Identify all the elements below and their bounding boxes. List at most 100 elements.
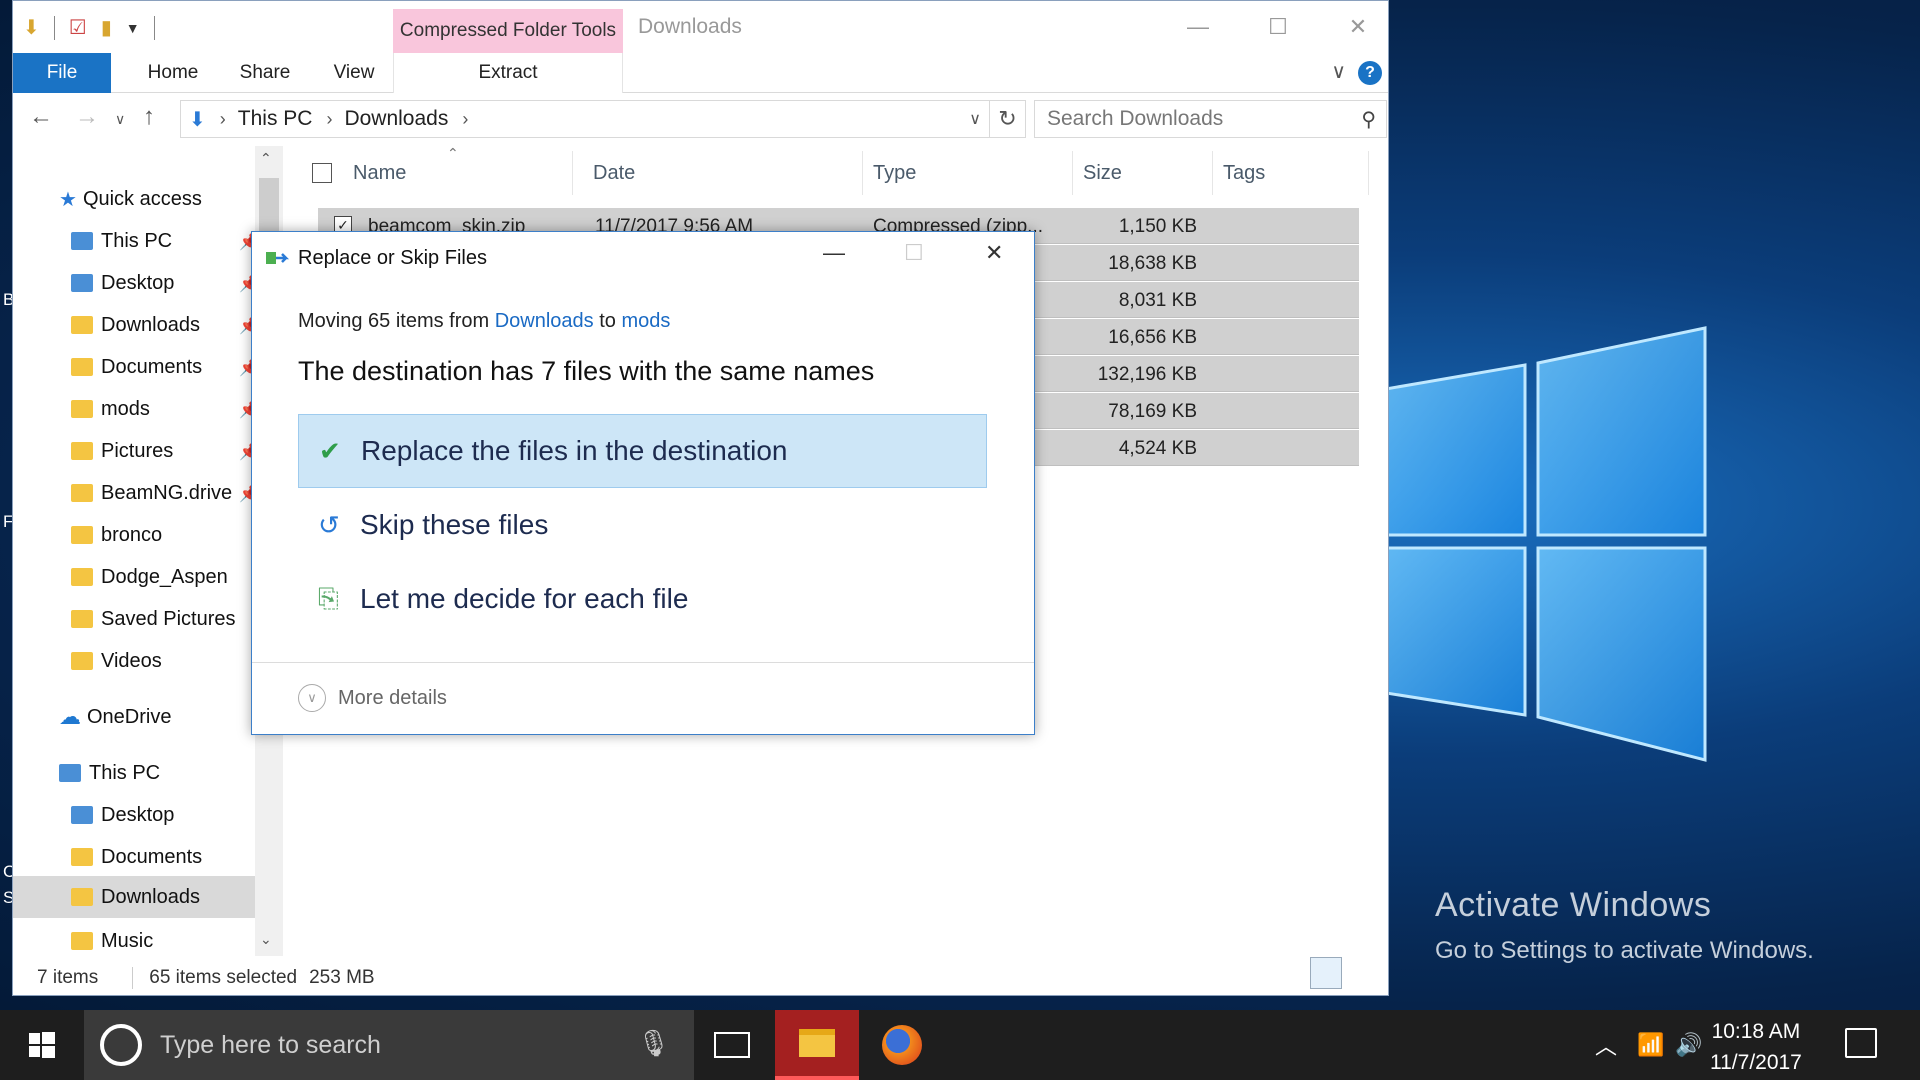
column-name[interactable]: Name xyxy=(343,151,573,195)
search-icon[interactable]: ⚲ xyxy=(1361,107,1376,132)
moving-prefix: Moving 65 items from xyxy=(298,310,490,332)
new-folder-icon[interactable]: ▮ xyxy=(101,15,112,40)
nav-onedrive[interactable]: ☁ OneDrive xyxy=(59,700,171,734)
nav-pc-desktop[interactable]: Desktop xyxy=(71,798,174,832)
tab-home[interactable]: Home xyxy=(133,53,213,93)
address-dropdown-icon[interactable]: ∨ xyxy=(969,109,981,129)
documents-folder-icon xyxy=(71,358,93,376)
up-icon[interactable]: ↑ xyxy=(143,103,155,131)
compressed-folder-tools-tab[interactable]: Compressed Folder Tools xyxy=(393,9,623,53)
nav-label: Videos xyxy=(101,649,162,672)
dialog-minimize-button[interactable]: — xyxy=(823,240,845,266)
close-button[interactable]: ✕ xyxy=(1318,1,1398,53)
tab-share[interactable]: Share xyxy=(225,53,305,93)
show-hidden-icons[interactable]: ︿ xyxy=(1595,1010,1617,1080)
nav-label: Music xyxy=(101,929,154,952)
cortana-icon[interactable] xyxy=(100,1024,142,1066)
search-input[interactable]: Search Downloads ⚲ xyxy=(1034,100,1387,138)
address-bar[interactable]: ⬇ › This PC › Downloads › ∨ xyxy=(180,100,990,138)
activate-title: Activate Windows xyxy=(1435,886,1712,924)
nav-item-desktop[interactable]: Desktop xyxy=(71,266,174,300)
details-view-icon[interactable] xyxy=(1310,957,1342,989)
nav-pc-documents[interactable]: Documents xyxy=(71,840,202,874)
nav-item-this-pc[interactable]: This PC xyxy=(71,224,172,258)
large-icons-view-icon[interactable] xyxy=(1346,957,1378,989)
refresh-icon[interactable]: ↻ xyxy=(990,100,1026,138)
firefox-icon xyxy=(882,1025,922,1065)
dialog-close-button[interactable]: ✕ xyxy=(985,240,1003,266)
taskbar: Type here to search 🎙 ︿ 📶 🔊 10:18 AM 11/… xyxy=(0,1010,1920,1080)
source-folder-link[interactable]: Downloads xyxy=(495,310,594,332)
file-explorer-icon xyxy=(799,1029,835,1057)
quick-access-toolbar: ⬇ ☑ ▮ ▼ xyxy=(23,15,155,40)
destination-folder-link[interactable]: mods xyxy=(622,310,671,332)
scroll-down-icon[interactable]: ⌄ xyxy=(260,931,272,948)
desktop-folder-icon xyxy=(71,274,93,292)
option-label: Let me decide for each file xyxy=(360,583,689,614)
toolbar-separator xyxy=(53,15,55,40)
system-clock[interactable]: 10:18 AM 11/7/2017 xyxy=(1710,1016,1802,1078)
help-icon[interactable]: ? xyxy=(1358,61,1382,85)
nav-this-pc[interactable]: This PC xyxy=(59,756,160,790)
breadcrumb-chevron-icon[interactable]: › xyxy=(462,109,468,130)
nav-item-videos[interactable]: Videos xyxy=(71,644,162,678)
customize-toolbar-icon[interactable]: ▼ xyxy=(126,20,140,36)
firefox-taskbar-button[interactable] xyxy=(860,1010,944,1080)
volume-icon[interactable]: 🔊 xyxy=(1675,1010,1702,1080)
tab-extract[interactable]: Extract xyxy=(393,53,623,93)
expand-ribbon-icon[interactable]: ∨ xyxy=(1331,59,1346,84)
nav-label: This PC xyxy=(101,229,173,252)
breadcrumb-downloads[interactable]: Downloads xyxy=(344,107,448,131)
nav-label: Desktop xyxy=(101,803,175,826)
downloads-folder-icon xyxy=(71,888,93,906)
nav-item-dodge-aspen[interactable]: Dodge_Aspen xyxy=(71,560,228,594)
properties-icon[interactable]: ⬇ xyxy=(23,15,40,40)
scroll-up-icon[interactable]: ⌃ xyxy=(260,150,272,167)
nav-quick-access[interactable]: ★ Quick access xyxy=(59,182,202,216)
nav-item-downloads[interactable]: Downloads xyxy=(71,308,200,342)
checkmark-icon: ✔ xyxy=(319,435,341,466)
column-size[interactable]: Size xyxy=(1073,151,1213,195)
skip-files-option[interactable]: ↺ Skip these files xyxy=(298,488,987,562)
nav-item-mods[interactable]: mods xyxy=(71,392,150,426)
file-explorer-taskbar-button[interactable] xyxy=(775,1010,859,1080)
breadcrumb-this-pc[interactable]: This PC xyxy=(238,107,313,131)
desktop-folder-icon xyxy=(71,806,93,824)
action-center-icon[interactable] xyxy=(1845,1028,1877,1058)
forward-icon[interactable]: → xyxy=(75,103,99,131)
nav-item-pictures[interactable]: Pictures xyxy=(71,434,173,468)
more-details-toggle[interactable]: ∨ More details xyxy=(298,684,447,712)
compare-files-icon: ⎘ xyxy=(318,583,339,613)
select-all-checkbox[interactable] xyxy=(312,163,332,183)
tab-file[interactable]: File xyxy=(13,53,111,93)
microphone-icon[interactable]: 🎙 xyxy=(637,1028,670,1059)
undo-icon[interactable]: ☑ xyxy=(69,15,87,40)
file-size: 4,524 KB xyxy=(1118,438,1197,459)
column-date[interactable]: Date xyxy=(583,151,863,195)
minimize-button[interactable]: — xyxy=(1158,1,1238,53)
network-icon[interactable]: 📶 xyxy=(1637,1010,1664,1080)
nav-item-bronco[interactable]: bronco xyxy=(71,518,162,552)
tab-view[interactable]: View xyxy=(319,53,389,93)
start-button[interactable] xyxy=(0,1010,84,1080)
task-view-button[interactable] xyxy=(690,1010,774,1080)
back-icon[interactable]: ← xyxy=(29,103,53,131)
nav-pc-downloads[interactable]: Downloads xyxy=(13,876,255,918)
maximize-button[interactable]: ☐ xyxy=(1238,1,1318,53)
nav-item-documents[interactable]: Documents xyxy=(71,350,202,384)
column-tags[interactable]: Tags xyxy=(1213,151,1369,195)
recent-locations-icon[interactable]: ∨ xyxy=(115,111,125,128)
folder-icon xyxy=(71,400,93,418)
breadcrumb-chevron-icon[interactable]: › xyxy=(326,109,332,130)
nav-label: Downloads xyxy=(101,885,200,908)
decide-each-file-option[interactable]: ⎘ Let me decide for each file xyxy=(298,562,987,636)
view-buttons xyxy=(1310,957,1378,989)
nav-item-saved-pictures[interactable]: Saved Pictures xyxy=(71,602,236,636)
nav-pc-music[interactable]: Music xyxy=(71,924,153,958)
taskbar-search-box[interactable]: Type here to search 🎙 xyxy=(84,1010,694,1080)
column-type[interactable]: Type xyxy=(863,151,1073,195)
nav-item-beamng[interactable]: BeamNG.drive xyxy=(71,476,241,510)
option-label: Skip these files xyxy=(360,509,549,540)
move-files-icon xyxy=(266,252,290,264)
replace-files-option[interactable]: ✔ Replace the files in the destination xyxy=(298,414,987,488)
